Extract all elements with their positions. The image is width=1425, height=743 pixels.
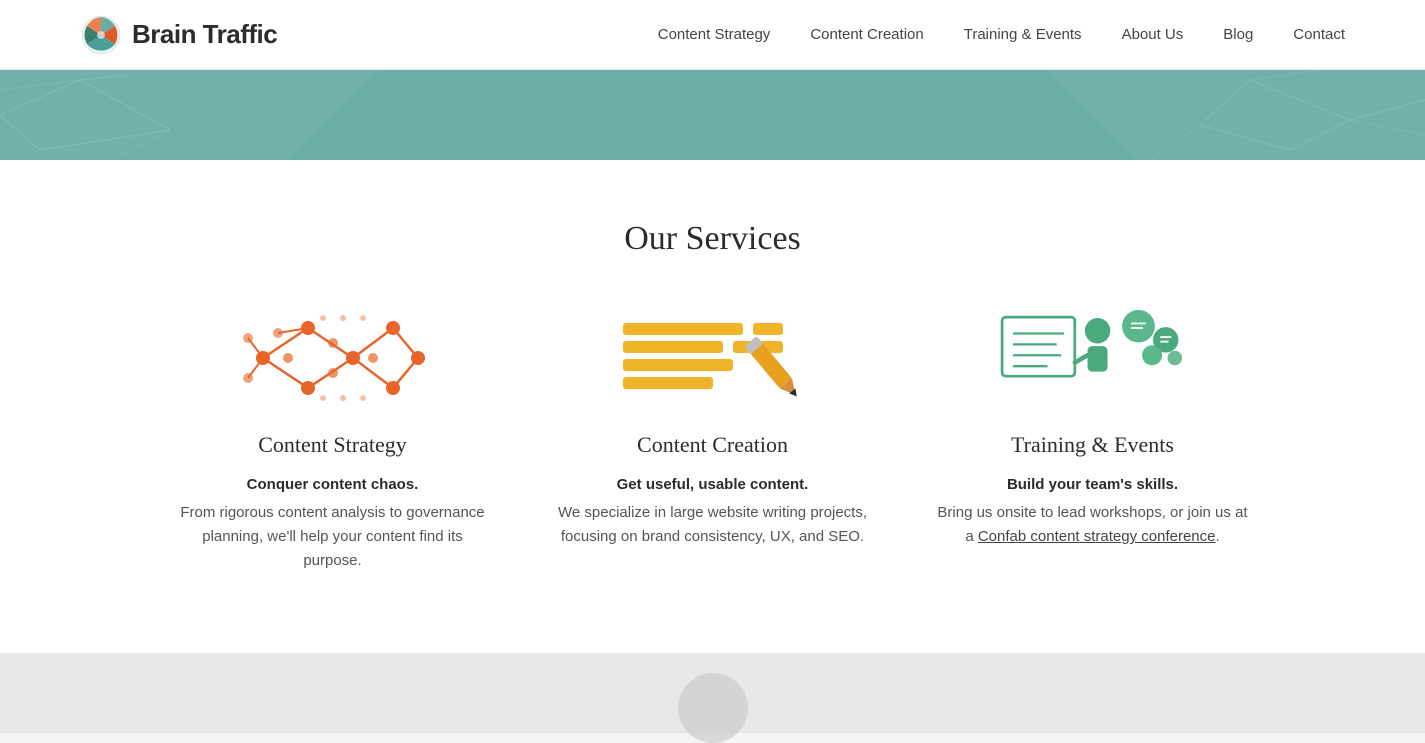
- service-card-content-creation: Content Creation Get useful, usable cont…: [553, 308, 873, 573]
- brain-traffic-logo-icon: [80, 14, 122, 56]
- logo[interactable]: Brain Traffic: [80, 14, 277, 56]
- service-desc-content-strategy: From rigorous content analysis to govern…: [173, 501, 493, 573]
- nav-item-blog[interactable]: Blog: [1223, 26, 1253, 43]
- training-events-icon: [993, 308, 1193, 408]
- footer-circle-decoration: [678, 673, 748, 743]
- hero-background-pattern: [0, 70, 1425, 160]
- services-section: Our Services: [0, 160, 1425, 653]
- nav-item-content-creation[interactable]: Content Creation: [810, 26, 923, 43]
- service-name-training-events: Training & Events: [1011, 432, 1174, 458]
- content-strategy-icon: [233, 308, 433, 408]
- main-nav: Content Strategy Content Creation Traini…: [658, 26, 1345, 43]
- nav-item-about-us[interactable]: About Us: [1122, 26, 1184, 43]
- service-desc-content-creation: We specialize in large website writing p…: [553, 501, 873, 549]
- nav-item-contact[interactable]: Contact: [1293, 26, 1345, 43]
- hero-banner: [0, 70, 1425, 160]
- content-creation-icon: [613, 308, 813, 408]
- footer-section: [0, 653, 1425, 733]
- service-card-training-events: Training & Events Build your team's skil…: [933, 308, 1253, 573]
- service-tagline-content-creation: Get useful, usable content.: [617, 476, 809, 493]
- service-name-content-creation: Content Creation: [637, 432, 788, 458]
- services-title: Our Services: [20, 220, 1405, 258]
- service-tagline-content-strategy: Conquer content chaos.: [247, 476, 419, 493]
- service-name-content-strategy: Content Strategy: [258, 432, 406, 458]
- service-desc-training-events: Bring us onsite to lead workshops, or jo…: [933, 501, 1253, 549]
- nav-item-content-strategy[interactable]: Content Strategy: [658, 26, 771, 43]
- service-tagline-training-events: Build your team's skills.: [1007, 476, 1178, 493]
- nav-item-training-events[interactable]: Training & Events: [964, 26, 1082, 43]
- site-header: Brain Traffic Content Strategy Content C…: [0, 0, 1425, 70]
- logo-text: Brain Traffic: [132, 19, 277, 50]
- service-card-content-strategy: Content Strategy Conquer content chaos. …: [173, 308, 493, 573]
- services-grid: Content Strategy Conquer content chaos. …: [163, 308, 1263, 573]
- confab-link[interactable]: Confab content strategy conference: [978, 528, 1216, 545]
